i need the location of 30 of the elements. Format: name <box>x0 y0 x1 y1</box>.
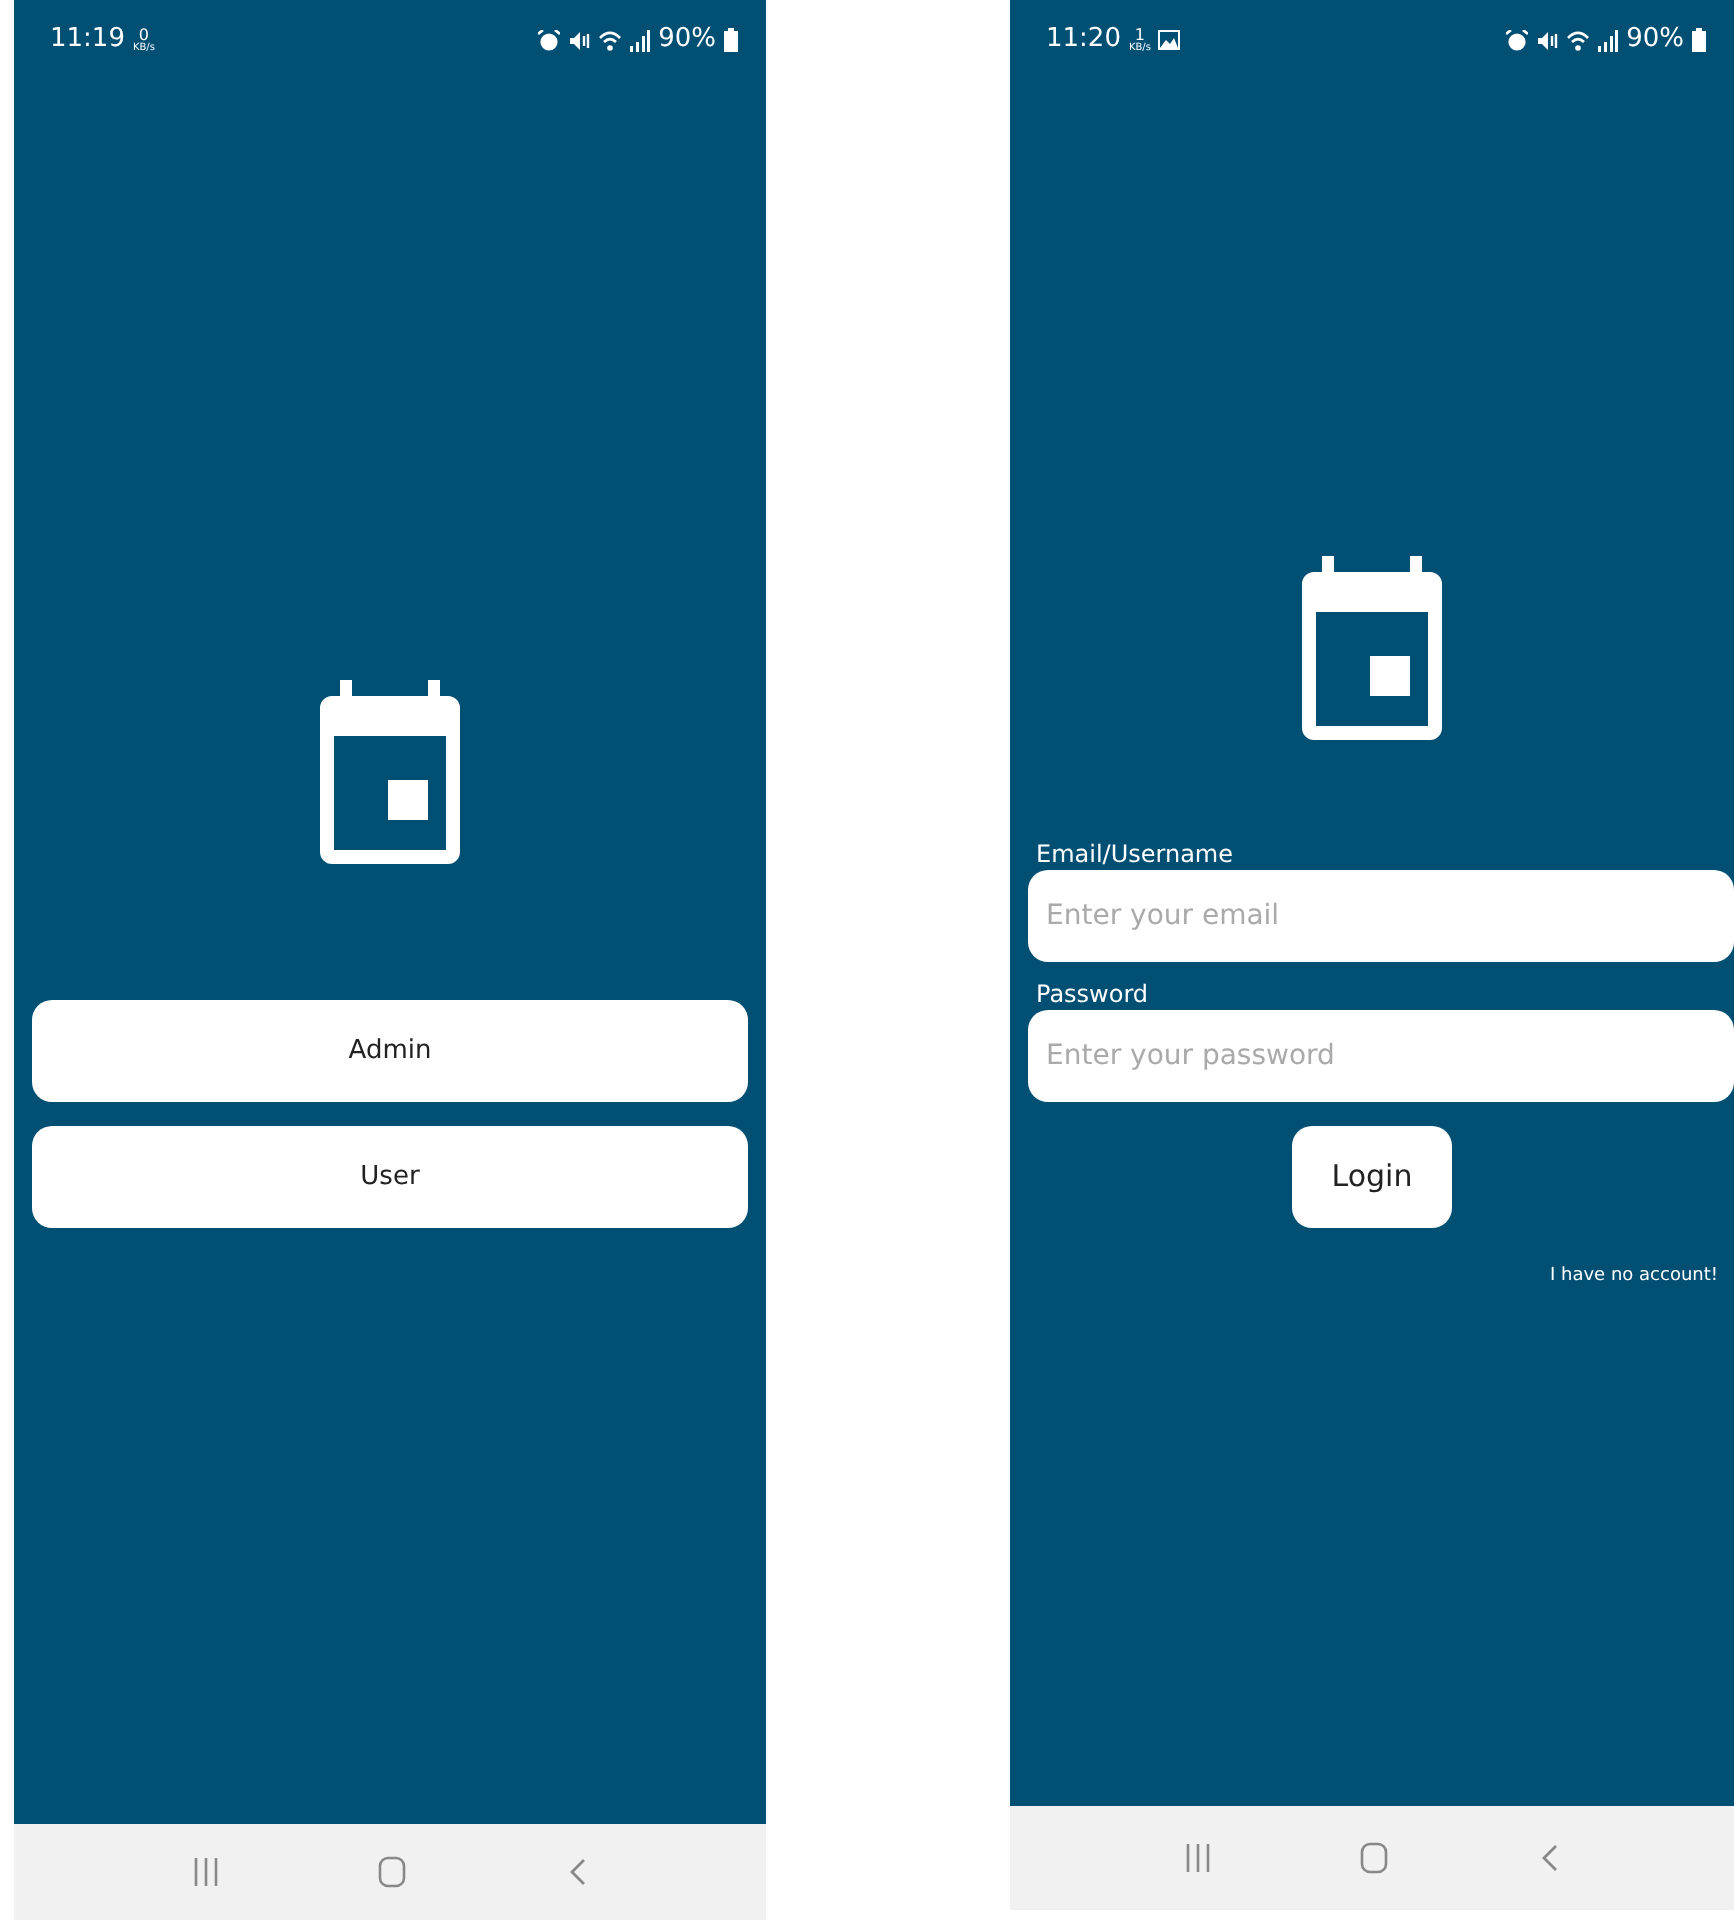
battery-percent: 90% <box>658 22 716 59</box>
role-button[interactable]: User <box>32 1126 748 1228</box>
clock-text: 11:20 <box>1046 22 1121 59</box>
battery-icon <box>724 28 738 52</box>
input-field[interactable]: Enter your email <box>1028 870 1734 962</box>
signal-icon <box>1598 29 1619 51</box>
signal-icon <box>630 29 651 51</box>
back-icon[interactable] <box>1540 1844 1559 1872</box>
field-label: Email/Username <box>1036 838 1236 870</box>
net-speed-value: 0 <box>138 27 150 43</box>
field-label: Password <box>1036 978 1151 1010</box>
home-icon[interactable] <box>1360 1842 1389 1874</box>
alarm-icon <box>1506 29 1529 51</box>
net-speed-value: 1 <box>1134 27 1146 43</box>
login-button[interactable]: Login <box>1292 1126 1452 1228</box>
signup-link[interactable]: I have no account! <box>1550 1264 1718 1291</box>
wifi-icon <box>598 29 623 51</box>
clock-text: 11:19 <box>50 22 125 59</box>
back-icon[interactable] <box>567 1858 586 1886</box>
battery-percent: 90% <box>1626 22 1684 59</box>
role-button[interactable]: Admin <box>32 1000 748 1102</box>
input-field[interactable]: Enter your password <box>1028 1010 1734 1102</box>
recent-apps-icon[interactable] <box>194 1858 219 1886</box>
home-icon[interactable] <box>378 1856 407 1888</box>
alarm-icon <box>538 29 561 51</box>
calendar-icon <box>1302 556 1442 740</box>
calendar-icon <box>320 680 460 864</box>
recent-apps-icon[interactable] <box>1185 1844 1210 1872</box>
wifi-icon <box>1566 29 1591 51</box>
battery-icon <box>1692 28 1706 52</box>
